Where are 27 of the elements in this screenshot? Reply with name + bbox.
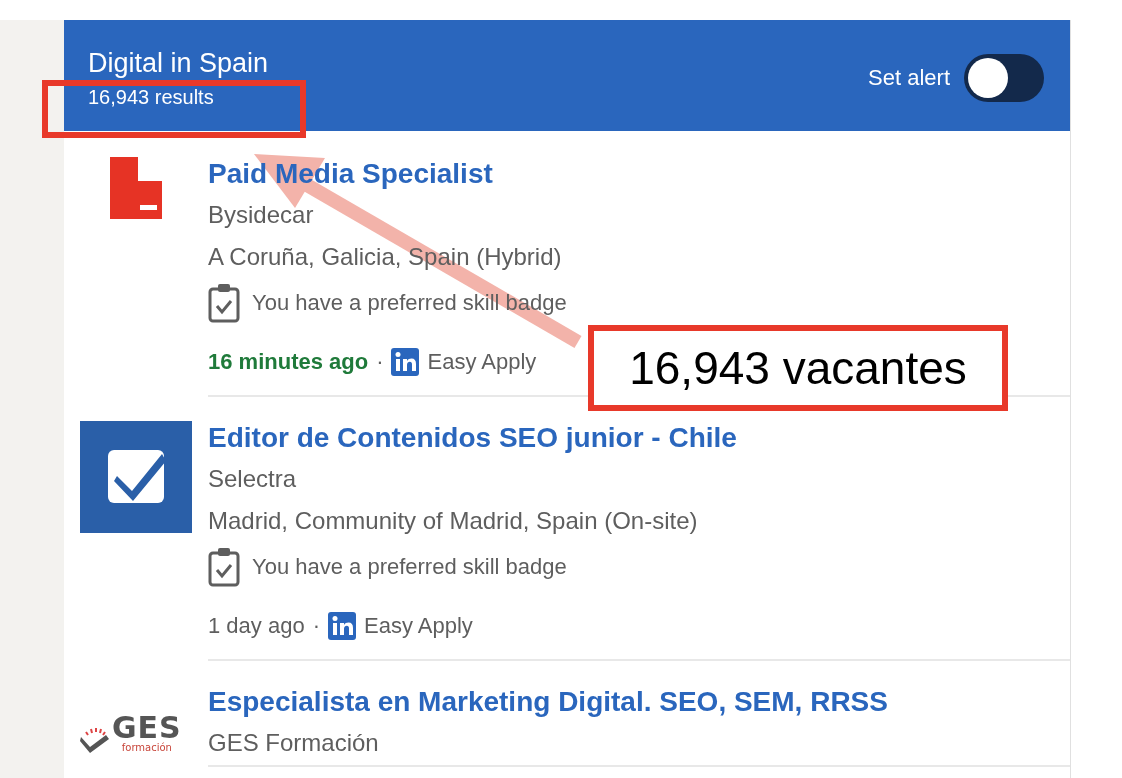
- callout-text: 16,943 vacantes: [588, 325, 1008, 411]
- clipboard-check-icon: [208, 283, 240, 323]
- job-title-link[interactable]: Especialista en Marketing Digital. SEO, SEM, RRSS: [208, 683, 888, 721]
- company-name: Selectra: [208, 464, 298, 494]
- linkedin-icon: [391, 348, 420, 376]
- separator-dot: ·: [312, 612, 320, 640]
- alert-label: Set alert: [868, 64, 950, 91]
- posted-time: 16 minutes ago: [208, 348, 369, 376]
- clipboard-check-icon: [208, 547, 240, 587]
- results-count: 16,943 results: [88, 84, 215, 109]
- job-title-link[interactable]: Paid Media Specialist: [208, 155, 493, 193]
- company-logo: GES formación: [80, 713, 182, 753]
- easy-apply-label: Easy Apply: [363, 612, 473, 640]
- job-location: A Coruña, Galicia, Spain (Hybrid): [208, 242, 563, 272]
- company-name: Bysidecar: [208, 200, 315, 230]
- company-name: GES Formación: [208, 728, 380, 758]
- posted-time: 1 day ago: [208, 612, 305, 640]
- easy-apply-label: Easy Apply: [427, 348, 537, 376]
- linkedin-icon: [327, 612, 356, 640]
- skill-badge-text: You have a preferred skill badge: [252, 290, 567, 316]
- separator-dot: ·: [376, 348, 384, 376]
- job-location: Madrid, Community of Madrid, Spain (On-site): [208, 506, 699, 536]
- search-title: Digital in Spain: [88, 46, 269, 79]
- job-title-link[interactable]: Editor de Contenidos SEO junior - Chile: [208, 419, 737, 457]
- company-logo: [110, 157, 162, 219]
- alert-toggle[interactable]: [964, 53, 1044, 102]
- skill-badge-text: You have a preferred skill badge: [252, 554, 567, 580]
